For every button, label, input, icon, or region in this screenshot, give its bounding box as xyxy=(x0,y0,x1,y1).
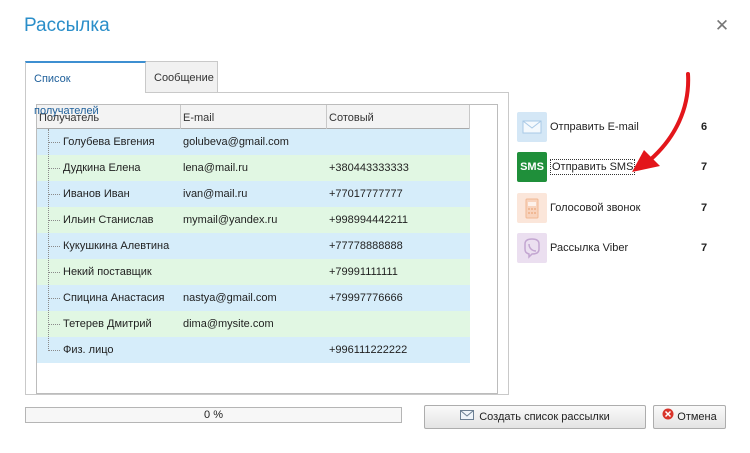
tree-branch xyxy=(48,246,60,247)
cancel-button[interactable]: Отмена xyxy=(653,405,726,429)
create-list-button[interactable]: Создать список рассылки xyxy=(424,405,646,429)
cell-phone: +996111222222 xyxy=(329,344,408,356)
column-header-email[interactable]: E-mail xyxy=(181,105,327,129)
voice-call-count: 7 xyxy=(701,202,708,214)
cell-email: lena@mail.ru xyxy=(183,162,248,174)
send-email-count: 6 xyxy=(701,121,708,133)
cell-recipient: Спицина Анастасия xyxy=(63,292,165,304)
close-icon[interactable]: ✕ xyxy=(712,16,732,36)
envelope-small-icon xyxy=(460,406,475,428)
tree-line xyxy=(48,129,49,351)
cancel-label: Отмена xyxy=(677,411,717,423)
tab-recipients[interactable]: Список получателей xyxy=(25,61,146,117)
grid-rows: Голубева Евгения golubeva@gmail.com Дудкин… xyxy=(37,129,470,363)
table-row[interactable]: Голубева Евгения golubeva@gmail.com xyxy=(37,129,470,155)
tree-branch xyxy=(48,350,60,351)
cell-email: mymail@yandex.ru xyxy=(183,214,278,226)
grid-header: Получатель E-mail Сотовый xyxy=(37,105,470,129)
cancel-icon xyxy=(662,406,674,428)
window-title: Рассылка xyxy=(24,15,110,36)
tree-branch xyxy=(48,220,60,221)
table-row[interactable]: Спицина Анастасия nastya@gmail.com +799977… xyxy=(37,285,470,311)
table-row[interactable]: Ильин Станислав mymail@yandex.ru +99899444… xyxy=(37,207,470,233)
tab-message[interactable]: Сообщение xyxy=(145,61,218,92)
cell-email: golubeva@gmail.com xyxy=(183,136,289,148)
table-row[interactable]: Иванов Иван ivan@mail.ru +77017777777 xyxy=(37,181,470,207)
create-list-label: Создать список рассылки xyxy=(479,411,610,423)
cell-recipient: Ильин Станислав xyxy=(63,214,154,226)
cell-phone: +79997776666 xyxy=(329,292,403,304)
cell-recipient: Голубева Евгения xyxy=(63,136,155,148)
table-row[interactable]: Кукушкина Алевтина +77778888888 xyxy=(37,233,470,259)
mailing-window: Рассылка ✕ Список получателей Сообщение … xyxy=(0,0,750,453)
send-sms-count: 7 xyxy=(701,161,708,173)
tree-branch xyxy=(48,194,60,195)
table-row[interactable]: Тетерев Дмитрий dima@mysite.com xyxy=(37,311,470,337)
recipients-grid[interactable]: Получатель E-mail Сотовый Голубева Евген… xyxy=(36,104,498,394)
cell-phone: +79991111111 xyxy=(329,266,398,278)
envelope-icon xyxy=(517,112,547,142)
cell-email: dima@mysite.com xyxy=(183,318,274,330)
cell-recipient: Физ. лицо xyxy=(63,344,114,356)
sms-icon: SMS xyxy=(517,152,547,182)
voice-call-action[interactable]: Голосовой звонок 7 xyxy=(517,193,727,223)
viber-action[interactable]: Рассылка Viber 7 xyxy=(517,233,727,263)
progress-text: 0 % xyxy=(204,409,223,421)
voice-call-label: Голосовой звонок xyxy=(550,202,641,214)
tree-branch xyxy=(48,168,60,169)
cell-email: nastya@gmail.com xyxy=(183,292,277,304)
cell-recipient: Дудкина Елена xyxy=(63,162,141,174)
cell-recipient: Тетерев Дмитрий xyxy=(63,318,152,330)
cell-phone: +380443333333 xyxy=(329,162,409,174)
table-row[interactable]: Физ. лицо +996111222222 xyxy=(37,337,470,363)
viber-icon xyxy=(517,233,547,263)
tree-branch xyxy=(48,298,60,299)
cell-recipient: Кукушкина Алевтина xyxy=(63,240,170,252)
cell-phone: +77017777777 xyxy=(329,188,403,200)
tree-branch xyxy=(48,142,60,143)
table-row[interactable]: Некий поставщик +79991111111 xyxy=(37,259,470,285)
pointer-arrow-icon xyxy=(632,72,691,172)
tree-branch xyxy=(48,272,60,273)
tree-branch xyxy=(48,324,60,325)
viber-count: 7 xyxy=(701,242,708,254)
cell-recipient: Некий поставщик xyxy=(63,266,152,278)
table-row[interactable]: Дудкина Елена lena@mail.ru +380443333333 xyxy=(37,155,470,181)
cell-email: ivan@mail.ru xyxy=(183,188,248,200)
viber-label: Рассылка Viber xyxy=(550,242,629,254)
cell-phone: +77778888888 xyxy=(329,240,403,252)
phone-icon xyxy=(517,193,547,223)
cell-phone: +998994442211 xyxy=(329,214,409,226)
column-header-phone[interactable]: Сотовый xyxy=(327,105,470,129)
cell-recipient: Иванов Иван xyxy=(63,188,130,200)
progress-bar: 0 % xyxy=(25,407,402,423)
